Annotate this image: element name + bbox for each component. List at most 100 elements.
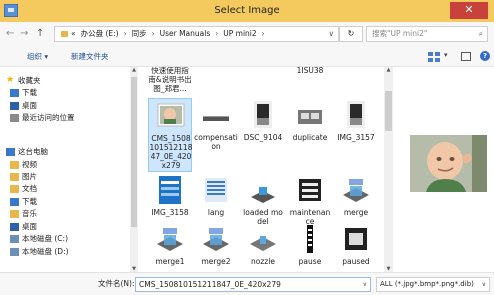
sidebar-item[interactable]: ★ 收藏夹 — [0, 75, 130, 87]
file-item[interactable]: merge1 — [148, 222, 192, 272]
file-item[interactable]: merge2 — [194, 222, 238, 272]
file-item[interactable]: nozzle — [241, 222, 285, 272]
file-item[interactable]: IMG_3157 — [334, 98, 378, 156]
sidebar-item-label: 桌面 — [22, 101, 37, 110]
search-icon: ⌕ — [478, 29, 483, 38]
nozzle-thumbnail-icon — [248, 224, 278, 254]
filetype-value: ALL (*.jpg*.bmp*.png*.dib) — [380, 280, 474, 288]
file-list-scrollbar[interactable]: ▲ ▼ — [384, 67, 393, 272]
refresh-button[interactable]: ↻ — [339, 26, 363, 42]
forward-arrow-icon[interactable]: → — [20, 27, 28, 41]
preview-pane — [393, 67, 494, 272]
filename-input[interactable]: CMS_150810151211847_0E_420x279 ∨ — [135, 277, 371, 292]
address-bar[interactable]: «办公盘 (E:) › 同步 › User Manuals › UP mini2 › ∨ — [54, 26, 339, 42]
preview-image — [410, 135, 487, 192]
paused-thumbnail-icon — [341, 224, 371, 254]
scroll-up-icon[interactable]: ▲ — [130, 67, 138, 73]
breadcrumb-user-manuals[interactable]: User Manuals — [160, 29, 211, 38]
navigation-pane: ★ 收藏夹 下载 桌面 最近访问的位置 这台电脑 视频 图片 文档 下载 音乐 桌面 本地磁盘 (C:)… — [0, 67, 138, 272]
sidebar-item-label: 视频 — [22, 160, 37, 169]
preview-pane-icon[interactable] — [461, 52, 471, 61]
folder-icon — [61, 31, 68, 37]
view-dropdown-icon[interactable]: ▾ — [444, 51, 448, 59]
navigation-scrollbar[interactable]: ▲ ▼ — [130, 67, 138, 272]
new-folder-button[interactable]: 新建文件夹 — [71, 51, 109, 63]
search-placeholder: 搜索"UP mini2" — [372, 29, 428, 38]
maintenance-thumbnail-icon — [295, 175, 325, 205]
chevron-down-icon[interactable]: ∨ — [482, 278, 486, 291]
back-arrow-icon[interactable]: ← — [6, 27, 14, 41]
sidebar-item-label: 本地磁盘 (D:) — [22, 247, 69, 256]
up-arrow-icon[interactable]: ↑ — [36, 27, 44, 41]
printer-photo-thumbnail-icon — [341, 100, 371, 130]
drive-icon — [10, 248, 19, 256]
sidebar-item[interactable]: 图片 — [0, 171, 130, 183]
breadcrumb-sync[interactable]: 同步 — [132, 29, 147, 38]
filetype-select[interactable]: ALL (*.jpg*.bmp*.png*.dib) ∨ — [376, 277, 490, 292]
view-options-icon[interactable] — [428, 52, 440, 62]
desktop-icon — [10, 223, 19, 231]
sidebar-item[interactable]: 视频 — [0, 159, 130, 171]
file-item[interactable]: pause — [288, 222, 332, 272]
model-thumbnail-icon — [248, 175, 278, 205]
file-list: 快速使用指南&说明书出图_郑君... 1ISU38 CMS_150810151211… — [143, 67, 383, 272]
sidebar-item[interactable]: 本地磁盘 (D:) — [0, 246, 130, 258]
sidebar-item-label: 图片 — [22, 172, 37, 181]
chevron-down-icon[interactable]: ∨ — [363, 278, 367, 291]
scroll-up-icon[interactable]: ▲ — [384, 67, 393, 73]
breadcrumb-overflow-icon[interactable]: « — [71, 29, 76, 38]
file-item-label: duplicate — [292, 133, 328, 142]
file-item-label: compensation — [194, 133, 238, 151]
sidebar-item[interactable]: 桌面 — [0, 221, 130, 233]
drive-icon — [10, 235, 19, 243]
scrollbar-thumb[interactable] — [131, 77, 137, 227]
sidebar-item[interactable]: 音乐 — [0, 208, 130, 220]
address-dropdown-icon[interactable]: ∨ — [329, 27, 335, 41]
file-item-label: IMG_3158 — [151, 208, 189, 217]
file-item[interactable]: 快速使用指南&说明书出图_郑君... — [148, 67, 192, 93]
baby-photo-icon — [410, 135, 487, 192]
file-item-label: nozzle — [251, 257, 275, 266]
file-item[interactable]: compensation — [194, 98, 238, 156]
pause-thumbnail-icon — [295, 224, 325, 254]
download-folder-icon — [10, 89, 19, 97]
file-item[interactable]: DSC_9104 — [241, 98, 285, 156]
sidebar-item[interactable]: 文档 — [0, 183, 130, 195]
file-item-label: DSC_9104 — [243, 133, 283, 142]
sidebar-item-label: 文档 — [22, 184, 37, 193]
sidebar-item[interactable]: 下载 — [0, 196, 130, 208]
sidebar-item[interactable]: 这台电脑 — [0, 146, 130, 158]
sidebar-item[interactable]: 最近访问的位置 — [0, 112, 130, 124]
file-item-label: 1ISU38 — [296, 67, 324, 75]
sidebar-item[interactable]: 下载 — [0, 87, 130, 99]
help-icon[interactable]: ? — [480, 51, 490, 61]
title-bar[interactable]: Select Image ✕ — [0, 0, 494, 22]
breadcrumb-drive[interactable]: 办公盘 (E:) — [81, 29, 119, 38]
bed-level-thumbnail-icon — [201, 100, 231, 130]
select-image-dialog: Select Image ✕ ← → ↑ «办公盘 (E:) › 同步 › User M… — [0, 0, 494, 295]
merge-thumbnail-icon — [341, 175, 371, 205]
breadcrumb-up-mini2[interactable]: UP mini2 — [223, 29, 256, 38]
file-item-label: paused — [342, 257, 370, 266]
file-item-label: pause — [298, 257, 322, 266]
sidebar-item[interactable]: 本地磁盘 (C:) — [0, 233, 130, 245]
sidebar-item-label: 下载 — [22, 197, 37, 206]
command-toolbar: 组织 ▾ 新建文件夹 ▾ ? — [0, 47, 494, 67]
search-input[interactable]: 搜索"UP mini2" ⌕ — [366, 26, 488, 42]
download-folder-icon — [10, 198, 19, 206]
sidebar-item-label: 桌面 — [22, 222, 37, 231]
file-item-label: IMG_3157 — [337, 133, 375, 142]
duplicate-thumbnail-icon — [295, 100, 325, 130]
sidebar-item-label: 收藏夹 — [18, 76, 41, 85]
scrollbar-thumb[interactable] — [385, 91, 392, 131]
file-item[interactable]: paused — [334, 222, 378, 272]
lang-thumbnail-icon — [201, 175, 231, 205]
organize-button[interactable]: 组织 ▾ — [27, 51, 48, 63]
sidebar-item[interactable]: 桌面 — [0, 100, 130, 112]
file-item[interactable]: duplicate — [288, 98, 332, 156]
file-item[interactable]: 1ISU38 — [288, 67, 332, 92]
file-item[interactable]: CMS_150810151211847_0E_420x279 — [148, 98, 192, 172]
computer-icon — [6, 148, 15, 156]
close-button[interactable]: ✕ — [450, 2, 488, 19]
file-item-label: merge — [343, 208, 369, 217]
